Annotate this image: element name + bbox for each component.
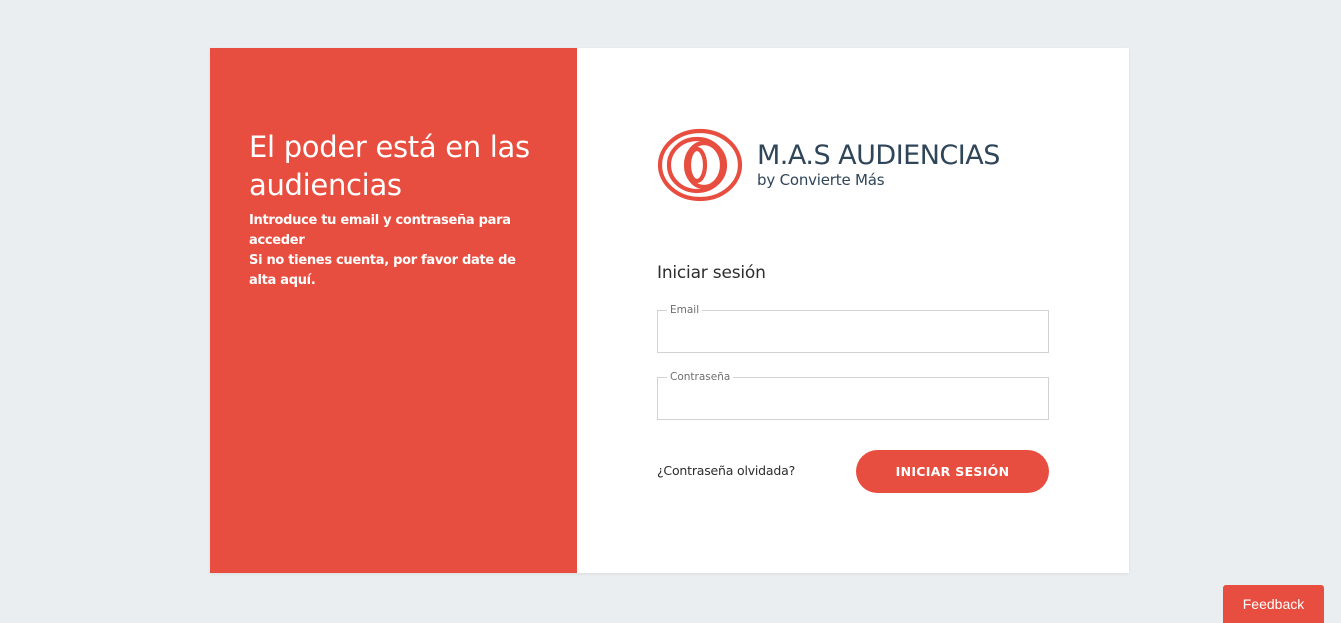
forgot-password-link[interactable]: ¿Contraseña olvidada? [657,463,795,478]
brand-name: M.A.S AUDIENCIAS by Convierte Más [757,140,1000,190]
promo-headline: El poder está en las audiencias [249,130,530,202]
brand-subtitle: by Convierte Más [757,171,885,189]
concentric-rings-logo-icon [657,128,743,202]
promo-description: Introduce tu email y contraseña para acc… [249,211,539,291]
password-field: Contraseña [657,370,1049,420]
email-input[interactable] [658,311,1048,350]
password-label: Contraseña [667,370,734,384]
login-button[interactable]: INICIAR SESIÓN [856,450,1049,493]
email-field: Email [657,303,1049,353]
promo-panel: El poder está en las audiencias Introduc… [210,48,577,573]
feedback-button[interactable]: Feedback [1223,585,1324,623]
promo-instructions: Introduce tu email y contraseña para acc… [249,213,511,248]
brand-logo: M.A.S AUDIENCIAS by Convierte Más [657,128,1000,202]
login-title: Iniciar sesión [657,263,766,283]
login-card: El poder está en las audiencias Introduc… [210,48,1129,573]
brand-title: M.A.S AUDIENCIAS [757,140,1000,171]
login-panel: M.A.S AUDIENCIAS by Convierte Más Inicia… [577,48,1129,573]
email-label: Email [667,303,703,317]
promo-signup-text: Si no tienes cuenta, por favor date de a… [249,253,516,288]
